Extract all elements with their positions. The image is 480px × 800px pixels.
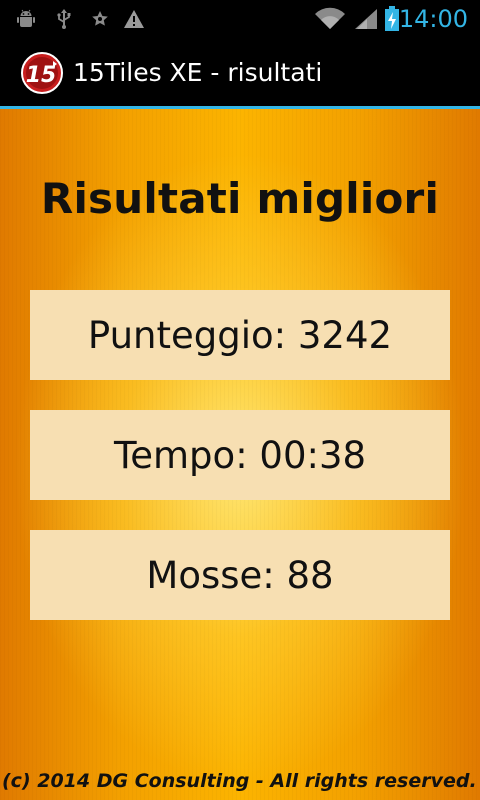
score-label: Punteggio: [87, 313, 274, 357]
app-title: 15Tiles XE - risultati: [73, 58, 323, 87]
page-title: Risultati migliori: [40, 174, 440, 223]
moves-box: Mosse: 88: [30, 530, 450, 620]
signal-icon: [350, 7, 380, 31]
star-icon: [88, 7, 112, 31]
action-bar: 15 15Tiles XE - risultati: [0, 38, 480, 106]
separator: :: [235, 433, 260, 477]
score-value: 3242: [297, 313, 393, 357]
app-logo-icon[interactable]: 15: [20, 51, 64, 95]
copyright-footer: (c) 2014 DG Consulting - All rights rese…: [2, 770, 477, 792]
results-content: Risultati migliori Punteggio: 3242 Tempo…: [0, 109, 480, 800]
screen: 14:00 15 15Tiles XE - risultati Risultat…: [0, 0, 480, 800]
svg-text:15: 15: [26, 63, 57, 88]
time-label: Tempo: [113, 433, 236, 477]
status-bar: 14:00: [0, 0, 480, 38]
moves-label: Mosse: [146, 553, 263, 597]
status-clock: 14:00: [398, 5, 468, 33]
android-debug-icon: [14, 7, 38, 31]
score-box: Punteggio: 3242: [30, 290, 450, 380]
time-value: 00:38: [259, 433, 367, 477]
separator: :: [273, 313, 298, 357]
warning-icon: [122, 7, 146, 31]
wifi-icon: [314, 7, 346, 31]
separator: :: [262, 553, 287, 597]
time-box: Tempo: 00:38: [30, 410, 450, 500]
moves-value: 88: [286, 553, 334, 597]
usb-icon: [52, 7, 76, 31]
